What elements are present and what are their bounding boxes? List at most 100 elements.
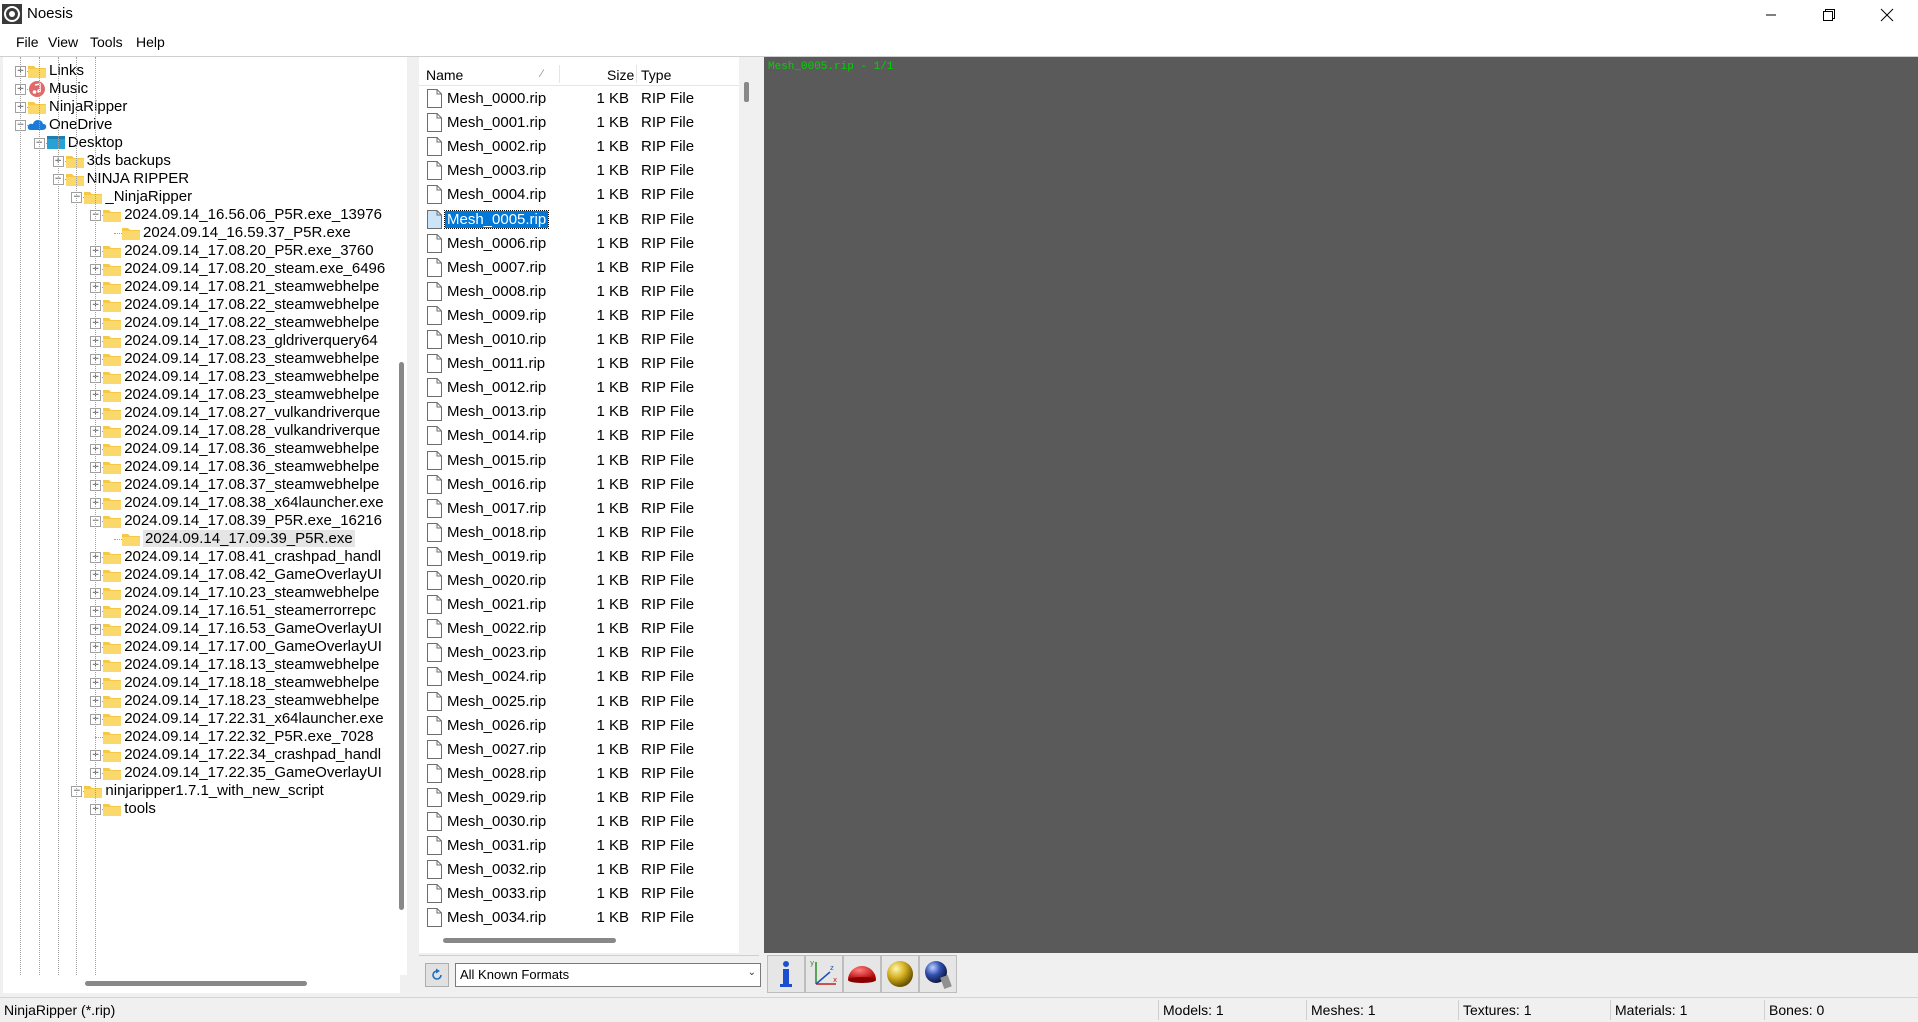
- file-list-horizontal-scroll-thumb[interactable]: [443, 938, 616, 943]
- column-header-type[interactable]: Type: [641, 67, 671, 83]
- file-row[interactable]: Mesh_0006.rip 1 KB RIP File: [419, 232, 739, 256]
- tree-vertical-scroll-thumb[interactable]: [399, 362, 404, 910]
- file-row[interactable]: Mesh_0002.rip 1 KB RIP File: [419, 135, 739, 159]
- restore-button[interactable]: [1800, 0, 1858, 29]
- file-row[interactable]: Mesh_0010.rip 1 KB RIP File: [419, 328, 739, 352]
- file-row[interactable]: Mesh_0000.rip 1 KB RIP File: [419, 87, 739, 111]
- blue-sphere-button[interactable]: [919, 955, 957, 993]
- column-header-size[interactable]: Size: [607, 67, 634, 83]
- folder-icon: [27, 63, 47, 79]
- menu-view[interactable]: View: [48, 34, 78, 50]
- file-row[interactable]: Mesh_0015.rip 1 KB RIP File: [419, 449, 739, 473]
- file-row[interactable]: Mesh_0029.rip 1 KB RIP File: [419, 786, 739, 810]
- file-type: RIP File: [641, 885, 695, 903]
- column-divider[interactable]: [559, 65, 560, 83]
- file-list[interactable]: Name ⁄ Size Type Mesh_0000.rip 1 KB RIP Fi…: [419, 57, 739, 935]
- minimize-button[interactable]: [1742, 0, 1800, 29]
- file-row[interactable]: Mesh_0013.rip 1 KB RIP File: [419, 400, 739, 424]
- file-name: Mesh_0019.rip: [447, 547, 547, 565]
- folder-icon: [65, 153, 85, 169]
- tree-guide-line: [76, 57, 78, 975]
- file-row[interactable]: Mesh_0025.rip 1 KB RIP File: [419, 690, 739, 714]
- folder-tree[interactable]: + Links + Music + NinjaRipper − OneDrive − Deskto…: [3, 57, 400, 975]
- folder-icon: [102, 351, 122, 367]
- file-type: RIP File: [641, 186, 695, 204]
- file-row[interactable]: Mesh_0001.rip 1 KB RIP File: [419, 111, 739, 135]
- refresh-button[interactable]: [425, 963, 449, 987]
- file-size: 1 KB: [596, 837, 629, 855]
- file-row[interactable]: Mesh_0007.rip 1 KB RIP File: [419, 256, 739, 280]
- folder-icon: [102, 315, 122, 331]
- close-button[interactable]: [1858, 0, 1916, 29]
- file-row[interactable]: Mesh_0032.rip 1 KB RIP File: [419, 858, 739, 882]
- folder-icon: [102, 639, 122, 655]
- file-row[interactable]: Mesh_0033.rip 1 KB RIP File: [419, 882, 739, 906]
- tree-item-label: NINJA RIPPER: [86, 170, 190, 187]
- 3d-viewport[interactable]: Mesh_0005.rip - 1/1: [764, 57, 1918, 953]
- file-row[interactable]: Mesh_0023.rip 1 KB RIP File: [419, 641, 739, 665]
- pane-splitter[interactable]: [410, 57, 418, 993]
- folder-icon: [102, 243, 122, 259]
- folder-icon: [102, 711, 122, 727]
- file-row[interactable]: Mesh_0024.rip 1 KB RIP File: [419, 665, 739, 689]
- file-name: Mesh_0010.rip: [447, 331, 547, 348]
- tree-item-label: 2024.09.14_17.08.20_P5R.exe_3760: [124, 242, 374, 259]
- file-icon: [427, 354, 442, 374]
- tree-horizontal-scroll-thumb[interactable]: [85, 981, 307, 986]
- status-format: NinjaRipper (*.rip): [4, 1002, 116, 1018]
- file-row[interactable]: Mesh_0028.rip 1 KB RIP File: [419, 762, 739, 786]
- menu-tools[interactable]: Tools: [90, 34, 123, 50]
- folder-icon: [83, 783, 103, 799]
- file-type: RIP File: [641, 861, 695, 879]
- file-size: 1 KB: [596, 861, 629, 879]
- file-row[interactable]: Mesh_0011.rip 1 KB RIP File: [419, 352, 739, 376]
- column-header-name[interactable]: Name: [426, 67, 463, 83]
- file-icon: [427, 89, 442, 108]
- file-size: 1 KB: [596, 210, 629, 228]
- menu-help[interactable]: Help: [136, 34, 165, 50]
- tree-item-label: 2024.09.14_17.08.27_vulkandriverque: [124, 404, 381, 421]
- file-row[interactable]: Mesh_0019.rip 1 KB RIP File: [419, 545, 739, 569]
- status-textures: Textures: 1: [1458, 1000, 1615, 1020]
- file-type: RIP File: [641, 788, 695, 806]
- file-row[interactable]: Mesh_0012.rip 1 KB RIP File: [419, 376, 739, 400]
- tree-item-label: 2024.09.14_17.08.20_steam.exe_6496: [124, 260, 386, 277]
- file-row[interactable]: Mesh_0020.rip 1 KB RIP File: [419, 569, 739, 593]
- tree-item[interactable]: + tools: [3, 798, 400, 820]
- file-name: Mesh_0005.rip: [443, 209, 550, 229]
- red-dome-button[interactable]: [843, 955, 881, 993]
- column-divider[interactable]: [636, 65, 637, 83]
- info-button[interactable]: [767, 955, 805, 993]
- file-row[interactable]: Mesh_0026.rip 1 KB RIP File: [419, 714, 739, 738]
- tree-item-label: 2024.09.14_17.18.23_steamwebhelpe: [124, 692, 380, 709]
- tree-item-label: 2024.09.14_16.56.06_P5R.exe_13976: [124, 206, 382, 223]
- tree-item-label: 2024.09.14_17.08.38_x64launcher.exe: [124, 494, 384, 511]
- file-row[interactable]: Mesh_0005.rip 1 KB RIP File: [419, 208, 739, 232]
- file-row[interactable]: Mesh_0009.rip 1 KB RIP File: [419, 304, 739, 328]
- file-row[interactable]: Mesh_0021.rip 1 KB RIP File: [419, 593, 739, 617]
- file-list-vertical-scroll-thumb[interactable]: [744, 82, 749, 102]
- format-filter-select[interactable]: All Known Formats ⌄: [455, 963, 761, 987]
- file-row[interactable]: Mesh_0034.rip 1 KB RIP File: [419, 906, 739, 930]
- file-name: Mesh_0011.rip: [447, 355, 546, 373]
- file-row[interactable]: Mesh_0004.rip 1 KB RIP File: [419, 183, 739, 207]
- menu-file[interactable]: File: [16, 34, 39, 50]
- file-row[interactable]: Mesh_0017.rip 1 KB RIP File: [419, 497, 739, 521]
- file-row[interactable]: Mesh_0027.rip 1 KB RIP File: [419, 738, 739, 762]
- file-row[interactable]: Mesh_0022.rip 1 KB RIP File: [419, 617, 739, 641]
- file-row[interactable]: Mesh_0008.rip 1 KB RIP File: [419, 280, 739, 304]
- tree-item-label: 2024.09.14_17.08.36_steamwebhelpe: [124, 440, 380, 457]
- file-row[interactable]: Mesh_0030.rip 1 KB RIP File: [419, 810, 739, 834]
- tree-item-label: 2024.09.14_17.08.37_steamwebhelpe: [124, 476, 380, 493]
- folder-icon: [102, 585, 122, 601]
- file-row[interactable]: Mesh_0018.rip 1 KB RIP File: [419, 521, 739, 545]
- file-icon: [427, 908, 442, 928]
- file-row[interactable]: Mesh_0003.rip 1 KB RIP File: [419, 159, 739, 183]
- title-bar: Noesis: [0, 0, 1918, 29]
- file-row[interactable]: Mesh_0014.rip 1 KB RIP File: [419, 424, 739, 448]
- file-row[interactable]: Mesh_0016.rip 1 KB RIP File: [419, 473, 739, 497]
- gold-sphere-button[interactable]: [881, 955, 919, 993]
- axes-button[interactable]: x y z: [805, 955, 843, 993]
- file-row[interactable]: Mesh_0031.rip 1 KB RIP File: [419, 834, 739, 858]
- file-type: RIP File: [641, 909, 695, 927]
